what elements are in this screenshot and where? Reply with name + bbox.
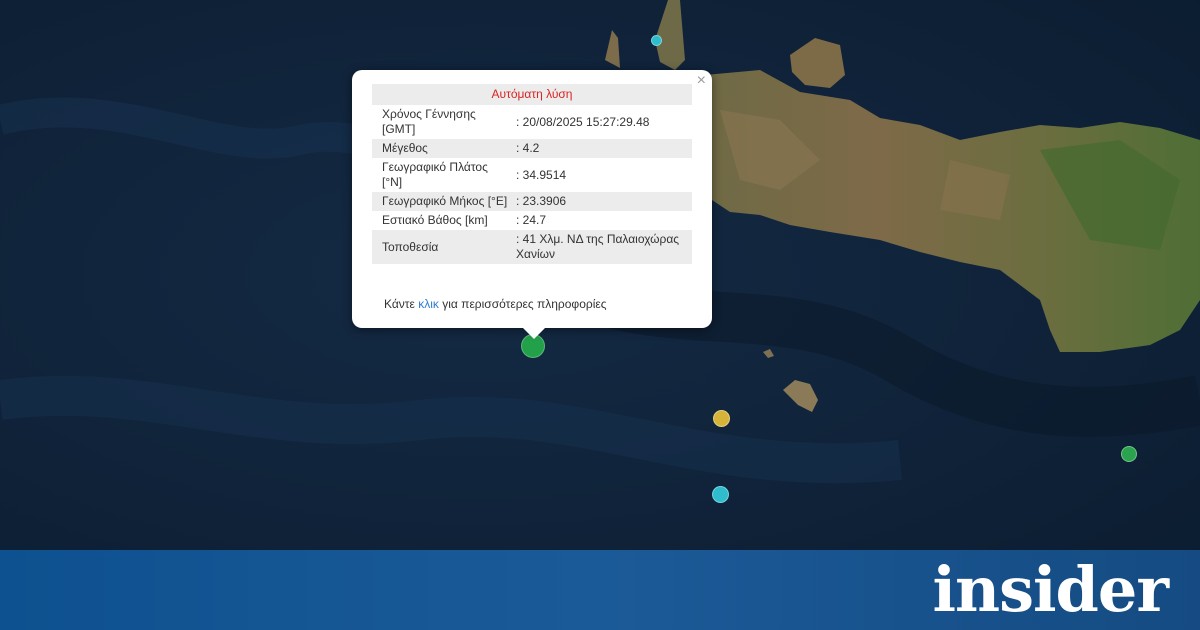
detail-label: Εστιακό Βάθος [km] — [382, 213, 488, 227]
detail-label: Χρόνος Γέννησης [GMT] — [382, 107, 476, 136]
insider-logo: insider — [932, 553, 1169, 626]
detail-label: Γεωγραφικό Μήκος [°E] — [372, 192, 512, 211]
earthquake-marker-cyan[interactable] — [712, 486, 729, 503]
earthquake-marker-yellow[interactable] — [713, 410, 730, 427]
more-info-link[interactable]: κλικ — [418, 297, 439, 311]
earthquake-marker-green-east[interactable] — [1121, 446, 1137, 462]
detail-value: : 24.7 — [516, 213, 547, 227]
detail-value: : 41 Χλμ. ΝΔ της Παλαιοχώρας Χανίων — [512, 230, 692, 264]
detail-row-origin-time: Χρόνος Γέννησης [GMT] : 20/08/2025 15:27… — [372, 105, 692, 139]
brand-banner: insider — [0, 550, 1200, 630]
popup-tip — [523, 328, 545, 339]
detail-row-depth: Εστιακό Βάθος [km] : 24.7 — [372, 211, 692, 230]
detail-value: : 4.2 — [512, 139, 692, 158]
more-info-suffix: για περισσότερες πληροφορίες — [438, 297, 607, 311]
detail-row-magnitude: Μέγεθος : 4.2 — [372, 139, 692, 158]
detail-value: : 34.9514 — [516, 167, 567, 182]
earthquake-info-popup: × Αυτόματη λύση Χρόνος Γέννησης [GMT] : … — [352, 70, 712, 339]
detail-label: Γεωγραφικό Πλάτος [°N] — [382, 160, 488, 189]
popup-header: Αυτόματη λύση — [372, 84, 692, 105]
more-info-line: Κάντε κλικ για περισσότερες πληροφορίες — [384, 297, 607, 311]
detail-value: : 23.3906 — [512, 192, 692, 211]
map-view[interactable]: × Αυτόματη λύση Χρόνος Γέννησης [GMT] : … — [0, 0, 1200, 550]
detail-row-longitude: Γεωγραφικό Μήκος [°E] : 23.3906 — [372, 192, 692, 211]
detail-row-location: Τοποθεσία : 41 Χλμ. ΝΔ της Παλαιοχώρας Χ… — [372, 230, 692, 264]
detail-label: Μέγεθος — [372, 139, 512, 158]
earthquake-details-table: Αυτόματη λύση Χρόνος Γέννησης [GMT] : 20… — [372, 84, 692, 264]
earthquake-marker-cyan-north[interactable] — [651, 35, 662, 46]
detail-value: : 20/08/2025 15:27:29.48 — [516, 114, 650, 129]
close-icon[interactable]: × — [697, 72, 706, 90]
detail-label: Τοποθεσία — [372, 230, 512, 264]
detail-row-latitude: Γεωγραφικό Πλάτος [°N] : 34.9514 — [372, 158, 692, 192]
more-info-prefix: Κάντε — [384, 297, 419, 311]
